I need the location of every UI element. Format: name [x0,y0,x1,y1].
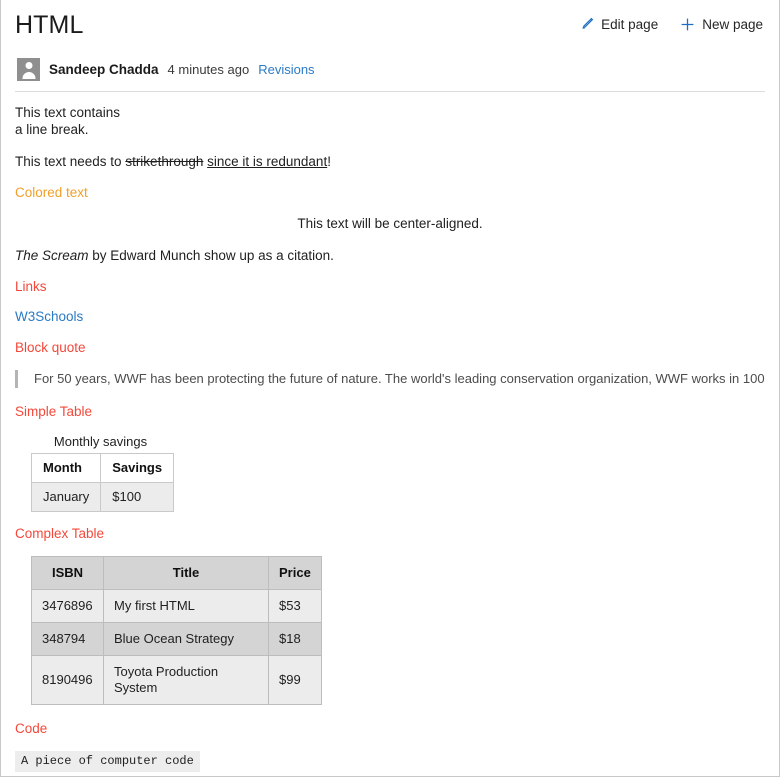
plus-icon [680,17,695,32]
cell-title: My first HTML [103,589,269,623]
avatar-body [22,72,35,79]
code-heading: Code [15,721,48,736]
cell-month: January [30,482,102,512]
edit-page-button[interactable]: Edit page [579,17,658,32]
pencil-icon [579,17,594,32]
cell-isbn: 3476896 [31,589,104,623]
author-name: Sandeep Chadda [49,62,159,77]
complex-table: ISBN Title Price 3476896 My first HTML $… [31,556,322,705]
underlined-text: since it is redundant [207,154,328,169]
column-header-price: Price [268,556,322,590]
strike-suffix: ! [327,154,331,169]
header-actions: Edit page New page [579,17,763,32]
center-aligned-text: This text will be center-aligned. [297,216,483,231]
colored-text: Colored text [15,185,88,200]
block-quote: For 50 years, WWF has been protecting th… [15,370,765,388]
links-heading: Links [15,279,47,294]
edit-page-label: Edit page [601,16,659,32]
line-break-paragraph: This text contains a line break. [15,104,765,138]
w3schools-link[interactable]: W3Schools [15,309,765,324]
citation-title: The Scream [15,248,89,263]
cell-price: $53 [268,589,322,623]
strikethrough-text: strikethrough [125,154,204,169]
page-title: HTML [15,10,84,39]
column-header-isbn: ISBN [31,556,104,590]
line-break-text-2: a line break. [15,122,89,137]
citation-rest: by Edward Munch show up as a citation. [88,248,334,263]
avatar-head [25,62,32,69]
revisions-link[interactable]: Revisions [258,62,314,77]
column-header-title: Title [103,556,269,590]
cell-price: $18 [268,622,322,656]
new-page-label: New page [702,16,763,32]
wiki-page: HTML Edit page New page Sandeep Chadda 4… [0,0,780,777]
citation-paragraph: The Scream by Edward Munch show up as a … [15,247,765,264]
cell-title: Blue Ocean Strategy [103,622,269,656]
table-header-row: ISBN Title Price [31,556,322,590]
cell-savings: $100 [100,482,175,512]
block-quote-heading: Block quote [15,340,86,355]
simple-table-head: Month Savings [30,453,175,483]
byline: Sandeep Chadda 4 minutes ago Revisions [15,48,765,92]
table-header-row: Month Savings [30,453,175,483]
byline-wrapper: Sandeep Chadda 4 minutes ago Revisions [1,48,779,92]
simple-table-body: January $100 [30,482,175,512]
cell-isbn: 8190496 [31,655,104,705]
complex-table-wrapper: ISBN Title Price 3476896 My first HTML $… [31,556,765,705]
complex-table-heading: Complex Table [15,526,105,541]
new-page-button[interactable]: New page [680,17,763,32]
complex-table-body: 3476896 My first HTML $53 348794 Blue Oc… [31,589,322,705]
cell-title: Toyota Production System [103,655,269,705]
page-header: HTML Edit page New page [1,0,779,48]
simple-table: Month Savings January $100 [30,453,175,512]
page-content: This text contains a line break. This te… [1,92,779,776]
column-header-savings: Savings [100,453,175,483]
simple-table-heading: Simple Table [15,404,93,419]
table-row: 3476896 My first HTML $53 [31,589,322,623]
timestamp: 4 minutes ago [167,62,250,77]
person-avatar-icon [17,58,40,81]
strike-prefix: This text needs to [15,154,126,169]
complex-table-head: ISBN Title Price [31,556,322,590]
column-header-month: Month [30,453,102,483]
table-row: 348794 Blue Ocean Strategy $18 [31,622,322,656]
strikethrough-paragraph: This text needs to strikethrough since i… [15,153,765,170]
cell-isbn: 348794 [31,622,104,656]
table-row: January $100 [30,482,175,512]
simple-table-wrapper: Monthly savings Month Savings January $1… [30,434,765,512]
code-block: A piece of computer code [15,751,200,772]
simple-table-caption: Monthly savings [53,434,148,449]
line-break-text-1: This text contains [15,105,121,120]
table-row: 8190496 Toyota Production System $99 [31,655,322,705]
cell-price: $99 [268,655,322,705]
